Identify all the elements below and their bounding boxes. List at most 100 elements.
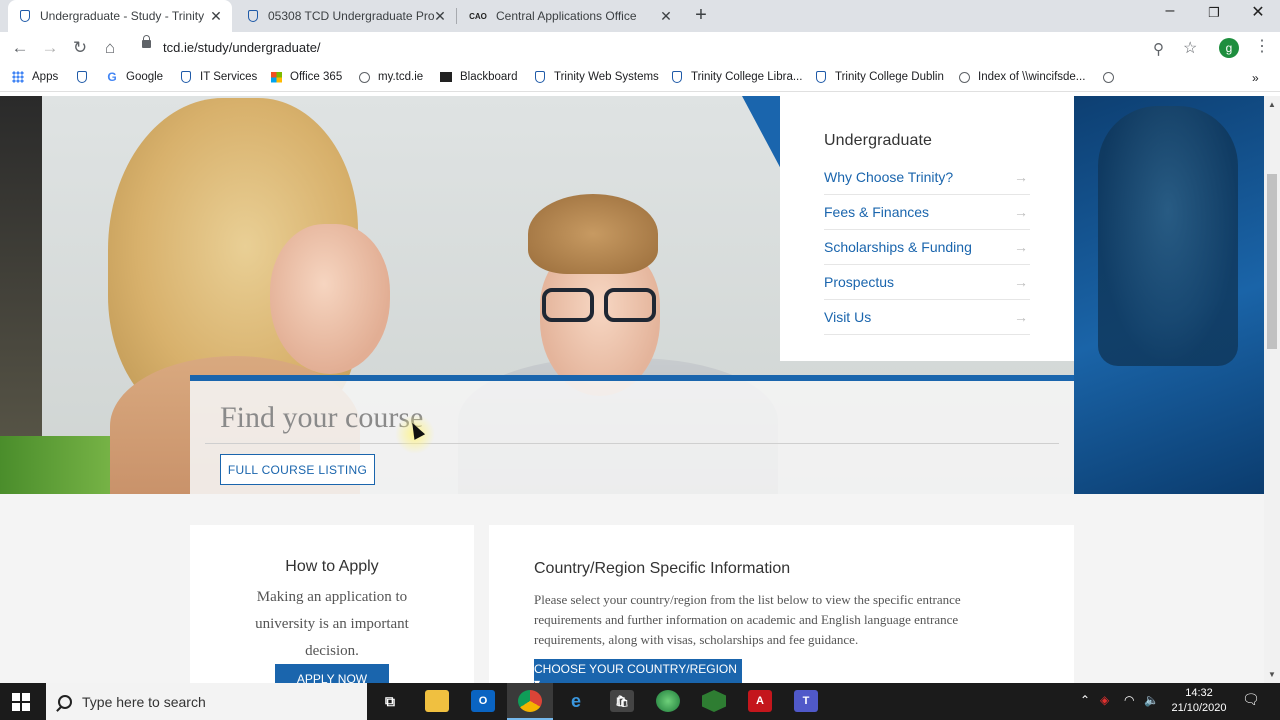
minimize-icon[interactable]: – xyxy=(1155,2,1185,20)
bookmark-label: Index of \\wincifsde... xyxy=(978,71,1086,83)
bookmark-label: Trinity College Libra... xyxy=(691,71,803,83)
globe-app-icon[interactable] xyxy=(656,690,680,712)
url-text: tcd.ie/study/undergraduate/ xyxy=(163,40,321,55)
bookmark-apps[interactable]: Apps xyxy=(12,71,58,83)
bookmark-library[interactable]: Trinity College Libra... xyxy=(671,71,802,83)
bookmark-star-icon[interactable]: ☆ xyxy=(1183,38,1197,58)
home-icon[interactable]: ⌂ xyxy=(100,38,120,58)
task-view-icon[interactable]: ⧉ xyxy=(378,690,402,712)
edge-icon[interactable]: e xyxy=(564,690,588,712)
reload-icon[interactable]: ↻ xyxy=(70,38,90,58)
full-course-listing-button[interactable]: FULL COURSE LISTING xyxy=(220,454,375,485)
bookmark-label: Trinity Web Systems xyxy=(554,71,659,83)
teams-icon[interactable]: T xyxy=(794,690,818,712)
country-info-card: Country/Region Specific Information Plea… xyxy=(489,525,1074,683)
browser-toolbar: ← → ↻ ⌂ tcd.ie/study/undergraduate/ ⚲ ☆ xyxy=(0,32,1280,64)
bookmark-it-services[interactable]: IT Services xyxy=(180,71,257,83)
chrome-icon[interactable] xyxy=(518,690,542,712)
tab-strip: Undergraduate - Study - Trinity C ✕ 0530… xyxy=(0,0,1280,32)
address-bar[interactable]: tcd.ie/study/undergraduate/ xyxy=(134,35,1210,61)
shield-icon xyxy=(671,71,683,83)
country-info-title: Country/Region Specific Information xyxy=(534,560,791,577)
bookmark-label: Apps xyxy=(32,71,59,83)
find-course-panel: Find your course FULL COURSE LISTING xyxy=(190,375,1074,494)
bookmark-globe[interactable] xyxy=(1102,71,1122,83)
bookmark-shield[interactable] xyxy=(76,71,96,83)
bookmark-web-systems[interactable]: Trinity Web Systems xyxy=(534,71,659,83)
windows-taskbar: Type here to search ⧉ O e 🛍 A T ⌃ ◈ ◠ 🔈 … xyxy=(0,683,1280,720)
tab-prospectus[interactable]: 05308 TCD Undergraduate Prosp ✕ xyxy=(236,0,456,32)
outlook-icon[interactable]: O xyxy=(471,690,495,712)
lock-icon xyxy=(142,35,151,48)
network-icon[interactable]: ◠ xyxy=(1124,693,1134,707)
more-bookmarks-icon[interactable]: » xyxy=(1252,71,1259,85)
how-to-apply-title: How to Apply xyxy=(285,558,379,575)
find-course-input[interactable]: Find your course xyxy=(220,401,423,435)
arrow-right-icon: → xyxy=(1014,204,1028,220)
page-scrollbar[interactable]: ▲ ▼ xyxy=(1264,96,1280,683)
nav-why-choose-trinity[interactable]: Why Choose Trinity? → xyxy=(824,160,1030,195)
nav-fees-finances[interactable]: Fees & Finances → xyxy=(824,195,1030,230)
arrow-right-icon: → xyxy=(1014,239,1028,255)
tab-title: 05308 TCD Undergraduate Prosp xyxy=(268,9,434,23)
search-icon xyxy=(58,694,72,709)
glasses xyxy=(540,288,660,324)
nav-prospectus[interactable]: Prospectus → xyxy=(824,265,1030,300)
security-icon[interactable]: ◈ xyxy=(1100,693,1109,707)
close-icon[interactable]: ✕ xyxy=(432,8,448,25)
nav-label: Scholarships & Funding xyxy=(824,239,972,255)
how-to-apply-text: Making an application to university is a… xyxy=(255,589,409,659)
bookmark-index[interactable]: Index of \\wincifsde... xyxy=(958,71,1085,83)
apply-now-button[interactable]: APPLY NOW xyxy=(275,664,389,683)
taskbar-search-placeholder: Type here to search xyxy=(82,693,206,710)
apps-grid-icon xyxy=(12,71,24,83)
window-close-icon[interactable]: ✕ xyxy=(1243,2,1273,22)
bookmark-google[interactable]: G Google xyxy=(106,70,163,84)
forward-icon[interactable]: → xyxy=(40,38,60,58)
country-info-text: Please select your country/region from t… xyxy=(534,592,961,647)
hero-shadow xyxy=(0,96,42,494)
file-explorer-icon[interactable] xyxy=(425,690,449,712)
page-viewport: Undergraduate Why Choose Trinity? → Fees… xyxy=(0,96,1264,683)
bookmark-tcd[interactable]: Trinity College Dublin xyxy=(815,71,944,83)
volume-icon[interactable]: 🔈 xyxy=(1144,693,1159,707)
clock[interactable]: 14:32 21/10/2020 xyxy=(1168,686,1230,716)
student-woman-face xyxy=(270,224,390,374)
scroll-down-icon[interactable]: ▼ xyxy=(1268,670,1276,679)
tab-cao[interactable]: CAO Central Applications Office ✕ xyxy=(458,0,682,32)
shield-icon xyxy=(534,71,546,83)
globe-icon xyxy=(958,71,970,83)
acrobat-icon[interactable]: A xyxy=(748,690,772,712)
choose-country-button[interactable]: CHOOSE YOUR COUNTRY/REGION ▾ xyxy=(534,659,742,683)
nav-visit-us[interactable]: Visit Us → xyxy=(824,300,1030,335)
bookmark-label: Office 365 xyxy=(290,71,343,83)
tray-expand-icon[interactable]: ⌃ xyxy=(1080,693,1090,707)
menu-icon[interactable]: ⋮ xyxy=(1254,36,1270,56)
back-icon[interactable]: ← xyxy=(10,38,30,58)
hexagon-app-icon[interactable] xyxy=(702,690,726,712)
taskbar-search[interactable]: Type here to search xyxy=(46,683,367,720)
bookmark-label: Blackboard xyxy=(460,71,518,83)
notifications-icon[interactable]: 🗨 xyxy=(1242,691,1260,708)
hero-foliage xyxy=(0,436,120,494)
close-icon[interactable]: ✕ xyxy=(658,8,674,25)
globe-icon xyxy=(358,71,370,83)
bookmark-blackboard[interactable]: Blackboard xyxy=(440,71,518,83)
scroll-thumb[interactable] xyxy=(1267,174,1277,349)
bookmark-mytcd[interactable]: my.tcd.ie xyxy=(358,71,423,83)
zoom-icon[interactable]: ⚲ xyxy=(1153,40,1164,58)
tab-undergraduate[interactable]: Undergraduate - Study - Trinity C ✕ xyxy=(8,0,232,32)
bookmark-label: IT Services xyxy=(200,71,258,83)
bookmark-office[interactable]: Office 365 xyxy=(270,71,342,83)
close-icon[interactable]: ✕ xyxy=(208,8,224,25)
nav-scholarships-funding[interactable]: Scholarships & Funding → xyxy=(824,230,1030,265)
shield-icon xyxy=(76,71,88,83)
new-tab-icon[interactable]: + xyxy=(690,4,712,27)
store-icon[interactable]: 🛍 xyxy=(610,690,634,712)
windows-start-icon[interactable] xyxy=(12,693,30,711)
bookmark-label: my.tcd.ie xyxy=(378,71,424,83)
scroll-up-icon[interactable]: ▲ xyxy=(1268,100,1276,109)
profile-avatar[interactable]: g xyxy=(1219,38,1239,58)
shield-icon xyxy=(180,71,192,83)
restore-icon[interactable]: ❐ xyxy=(1199,5,1229,21)
